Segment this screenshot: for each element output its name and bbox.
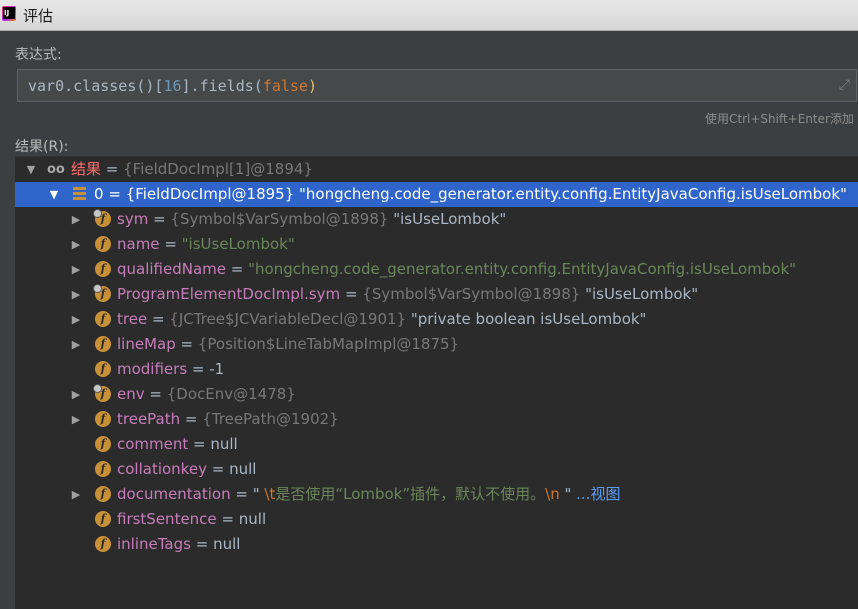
tree-row-field[interactable]: ▶ f lineMap = {Position$LineTabMapImpl@1… xyxy=(15,332,858,357)
expand-arrow-icon[interactable]: ▶ xyxy=(70,257,82,282)
field-icon: f xyxy=(95,536,111,552)
tree-row-field[interactable]: ▶ f qualifiedName = "hongcheng.code_gene… xyxy=(15,257,858,282)
root-type: {FieldDocImpl[1]@1894} xyxy=(123,160,313,178)
tree-row-field[interactable]: f inlineTags = null xyxy=(15,532,858,557)
tree-row-root[interactable]: ▼ oo 结果 = {FieldDocImpl[1]@1894} xyxy=(15,157,858,182)
expand-arrow-icon[interactable]: ▶ xyxy=(70,482,82,507)
field-icon: f xyxy=(95,311,111,327)
field-icon: f xyxy=(95,486,111,502)
tree-row-field[interactable]: ▶ f ProgramElementDocImpl.sym = {Symbol$… xyxy=(15,282,858,307)
intellij-app-icon xyxy=(2,6,16,21)
title-bar: 评估 xyxy=(0,0,858,31)
tree-row-field[interactable]: ▶ f treePath = {TreePath@1902} xyxy=(15,407,858,432)
expand-arrow-icon[interactable]: ▶ xyxy=(70,382,82,407)
add-watch-hint: 使用Ctrl+Shift+Enter添加 xyxy=(705,112,854,126)
tree-row-field[interactable]: f modifiers = -1 xyxy=(15,357,858,382)
result-tree[interactable]: ▼ oo 结果 = {FieldDocImpl[1]@1894} ▼ 0 = {… xyxy=(15,156,858,609)
tree-row-field[interactable]: ▶ f tree = {JCTree$JCVariableDecl@1901} … xyxy=(15,307,858,332)
array-element-icon xyxy=(73,187,86,200)
tree-row-field[interactable]: f comment = null xyxy=(15,432,858,457)
tree-row-field[interactable]: f collationkey = null xyxy=(15,457,858,482)
expression-label: 表达式: xyxy=(15,47,62,63)
expand-arrow-icon[interactable]: ▶ xyxy=(70,207,82,232)
expand-arrow-icon[interactable]: ▶ xyxy=(70,282,82,307)
expression-code[interactable]: var0.classes()[16].fields(false) xyxy=(28,77,317,95)
expand-arrow-icon[interactable]: ▶ xyxy=(70,332,82,357)
expression-input[interactable]: var0.classes()[16].fields(false) ⤢ xyxy=(17,69,857,102)
expand-arrow-icon[interactable]: ▶ xyxy=(70,232,82,257)
collapse-arrow-icon[interactable]: ▼ xyxy=(25,157,37,182)
expand-arrow-icon[interactable]: ▶ xyxy=(70,407,82,432)
tree-row-field[interactable]: ▶ f sym = {Symbol$VarSymbol@1898} "isUse… xyxy=(15,207,858,232)
field-icon: f xyxy=(93,384,111,402)
result-label: 结果(R): xyxy=(15,139,69,155)
field-icon: f xyxy=(93,209,111,227)
field-icon: f xyxy=(95,511,111,527)
watch-glasses-icon: oo xyxy=(47,162,65,177)
tree-row-field[interactable]: ▶ f name = "isUseLombok" xyxy=(15,232,858,257)
tree-row-field[interactable]: f firstSentence = null xyxy=(15,507,858,532)
field-icon: f xyxy=(95,261,111,277)
window-title: 评估 xyxy=(23,7,54,25)
field-icon: f xyxy=(95,361,111,377)
tree-row-field[interactable]: ▶ f env = {DocEnv@1478} xyxy=(15,382,858,407)
field-icon: f xyxy=(95,336,111,352)
field-icon: f xyxy=(95,436,111,452)
field-icon: f xyxy=(95,461,111,477)
field-icon: f xyxy=(95,236,111,252)
root-name: 结果 xyxy=(71,160,102,178)
view-link[interactable]: ...视图 xyxy=(576,485,620,503)
field-icon: f xyxy=(95,411,111,427)
tree-row-field[interactable]: ▶ f documentation = " \t是否使用“Lombok”插件，默… xyxy=(15,482,858,507)
expand-editor-icon[interactable]: ⤢ xyxy=(839,77,850,93)
tree-row-item-0[interactable]: ▼ 0 = {FieldDocImpl@1895} "hongcheng.cod… xyxy=(15,182,858,207)
collapse-arrow-icon[interactable]: ▼ xyxy=(48,182,60,207)
field-icon: f xyxy=(93,284,111,302)
expand-arrow-icon[interactable]: ▶ xyxy=(70,307,82,332)
